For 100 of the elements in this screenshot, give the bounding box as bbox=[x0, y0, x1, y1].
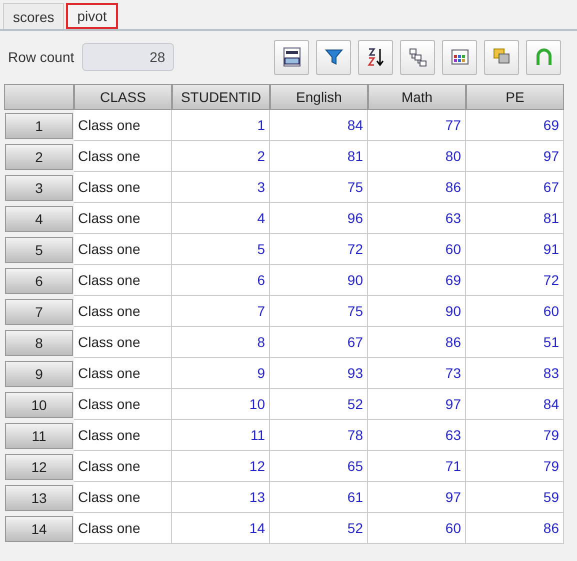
table-cell: Class one bbox=[74, 327, 172, 358]
row-number[interactable]: 8 bbox=[5, 330, 73, 356]
table-cell: 52 bbox=[270, 389, 368, 420]
table-cell: 90 bbox=[270, 265, 368, 296]
table-cell: 81 bbox=[270, 141, 368, 172]
table-cell: 60 bbox=[466, 296, 564, 327]
row-number[interactable]: 13 bbox=[5, 484, 73, 510]
row-count-label: Row count bbox=[8, 49, 74, 65]
row-number[interactable]: 7 bbox=[5, 298, 73, 324]
row-number[interactable]: 9 bbox=[5, 360, 73, 386]
table-cell: Class one bbox=[74, 234, 172, 265]
table-cell: 90 bbox=[368, 296, 466, 327]
table-cell: 6 bbox=[172, 265, 270, 296]
table-cell: 65 bbox=[270, 451, 368, 482]
table-cell: 77 bbox=[368, 110, 466, 141]
table-cell: Class one bbox=[74, 420, 172, 451]
table-cell: Class one bbox=[74, 296, 172, 327]
table-cell: 79 bbox=[466, 451, 564, 482]
table-cell: 72 bbox=[466, 265, 564, 296]
table-cell: Class one bbox=[74, 358, 172, 389]
table-cell: 97 bbox=[368, 482, 466, 513]
table-cell: 71 bbox=[368, 451, 466, 482]
table-cell: Class one bbox=[74, 265, 172, 296]
table-cell: 5 bbox=[172, 234, 270, 265]
table-cell: 86 bbox=[466, 513, 564, 544]
table-cell: 75 bbox=[270, 296, 368, 327]
table-cell: 63 bbox=[368, 203, 466, 234]
tab[interactable]: scores bbox=[3, 3, 64, 29]
row-number[interactable]: 5 bbox=[5, 236, 73, 262]
column-header[interactable]: PE bbox=[466, 84, 564, 110]
row-number[interactable]: 3 bbox=[5, 174, 73, 200]
table-cell: Class one bbox=[74, 141, 172, 172]
table-cell: Class one bbox=[74, 513, 172, 544]
table-cell: 60 bbox=[368, 513, 466, 544]
table-cell: 3 bbox=[172, 172, 270, 203]
table-cell: 10 bbox=[172, 389, 270, 420]
table-cell: 72 bbox=[270, 234, 368, 265]
row-number[interactable]: 6 bbox=[5, 268, 73, 294]
table-cell: 14 bbox=[172, 513, 270, 544]
table-cell: 69 bbox=[466, 110, 564, 141]
table-cell: Class one bbox=[74, 451, 172, 482]
table-cell: 52 bbox=[270, 513, 368, 544]
table-cell: 1 bbox=[172, 110, 270, 141]
table-cell: 7 bbox=[172, 296, 270, 327]
row-number[interactable]: 1 bbox=[5, 112, 73, 138]
table-cell: 60 bbox=[368, 234, 466, 265]
table-cell: 9 bbox=[172, 358, 270, 389]
table-cell: 51 bbox=[466, 327, 564, 358]
table-cell: 81 bbox=[466, 203, 564, 234]
toolbar-button[interactable] bbox=[400, 40, 436, 74]
table-cell: 11 bbox=[172, 420, 270, 451]
table-cell: Class one bbox=[74, 203, 172, 234]
table-cell: 79 bbox=[466, 420, 564, 451]
table-cell: 2 bbox=[172, 141, 270, 172]
table-cell: 13 bbox=[172, 482, 270, 513]
hierarchy-icon bbox=[406, 46, 429, 68]
table-cell: 80 bbox=[368, 141, 466, 172]
table-cell: Class one bbox=[74, 172, 172, 203]
column-header[interactable]: English bbox=[270, 84, 368, 110]
table-cell: Class one bbox=[74, 110, 172, 141]
corner-header bbox=[4, 84, 74, 110]
row-number[interactable]: 10 bbox=[5, 392, 73, 418]
table-cell: 8 bbox=[172, 327, 270, 358]
table-cell: 63 bbox=[368, 420, 466, 451]
table-cell: 83 bbox=[466, 358, 564, 389]
row-number[interactable]: 4 bbox=[5, 206, 73, 232]
table-cell: 86 bbox=[368, 172, 466, 203]
toolbar-button[interactable] bbox=[316, 40, 352, 74]
table-cell: 61 bbox=[270, 482, 368, 513]
table-cell: 75 bbox=[270, 172, 368, 203]
column-header[interactable]: Math bbox=[368, 84, 466, 110]
table-cell: 97 bbox=[368, 389, 466, 420]
row-number[interactable]: 12 bbox=[5, 454, 73, 480]
table-cell: Class one bbox=[74, 482, 172, 513]
row-number[interactable]: 11 bbox=[5, 422, 73, 448]
table-cell: 59 bbox=[466, 482, 564, 513]
table-cell: 84 bbox=[270, 110, 368, 141]
table-cell: 12 bbox=[172, 451, 270, 482]
table-cell: 69 bbox=[368, 265, 466, 296]
row-count-field[interactable]: 28 bbox=[82, 43, 174, 71]
table-cell: 67 bbox=[270, 327, 368, 358]
table-cell: 93 bbox=[270, 358, 368, 389]
table-cell: 91 bbox=[466, 234, 564, 265]
column-header[interactable]: STUDENTID bbox=[172, 84, 270, 110]
toolbar-button[interactable] bbox=[274, 40, 310, 74]
column-header[interactable]: CLASS bbox=[74, 84, 172, 110]
table-cell: 78 bbox=[270, 420, 368, 451]
toolbar-button[interactable] bbox=[358, 40, 394, 74]
toolbar-button[interactable] bbox=[442, 40, 478, 74]
table-cell: 96 bbox=[270, 203, 368, 234]
table-cell: 73 bbox=[368, 358, 466, 389]
tab[interactable]: pivot bbox=[66, 3, 118, 29]
table-cell: Class one bbox=[74, 389, 172, 420]
table-cell: 97 bbox=[466, 141, 564, 172]
table-cell: 4 bbox=[172, 203, 270, 234]
row-number[interactable]: 2 bbox=[5, 144, 73, 170]
table-cell: 84 bbox=[466, 389, 564, 420]
table-cell: 86 bbox=[368, 327, 466, 358]
table-cell: 67 bbox=[466, 172, 564, 203]
row-number[interactable]: 14 bbox=[5, 516, 73, 542]
